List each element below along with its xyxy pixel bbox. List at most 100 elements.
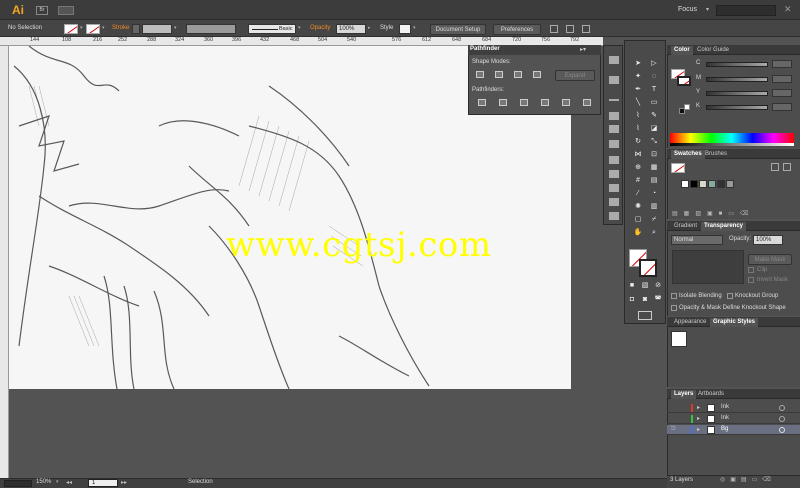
line-tool-icon[interactable]: ╲ [633, 98, 643, 107]
chevron-down-icon[interactable]: ▾ [298, 25, 301, 31]
opacity-label[interactable]: Opacity [310, 25, 330, 31]
tab-color-guide[interactable]: Color Guide [694, 46, 732, 55]
transform-icon[interactable] [582, 25, 590, 33]
swatches-footer-icons[interactable]: ▤▦▨▣■▭⌫ [672, 210, 754, 217]
graph-tool-icon[interactable]: ▥ [649, 202, 659, 211]
expand-triangle-icon[interactable]: ▸ [697, 415, 700, 422]
zoom-field[interactable]: 150% [36, 479, 51, 485]
symbols-icon[interactable] [609, 184, 619, 192]
layer-row[interactable]: ▸ Ink [667, 414, 800, 424]
tab-gradient[interactable]: Gradient [671, 222, 700, 231]
stroke-weight-stepper[interactable] [132, 24, 140, 34]
none-mode-icon[interactable]: ⊘ [653, 281, 663, 290]
selection-tool-icon[interactable]: ➤ [633, 59, 643, 68]
chevron-down-icon[interactable]: ▾ [174, 25, 177, 31]
tab-transparency[interactable]: Transparency [701, 222, 747, 231]
knockout-group-checkbox[interactable] [727, 293, 733, 299]
shape-builder-tool-icon[interactable]: ⊕ [633, 163, 643, 172]
stroke-icon[interactable] [609, 99, 619, 101]
close-icon[interactable]: ✕ [784, 4, 792, 15]
color-mode-icon[interactable]: ■ [627, 281, 637, 290]
trim-icon[interactable] [499, 99, 507, 106]
type-tool-icon[interactable]: T [649, 85, 659, 94]
tab-appearance[interactable]: Appearance [671, 318, 709, 327]
width-tool-icon[interactable]: ⋈ [633, 150, 643, 159]
target-icon[interactable] [779, 416, 785, 422]
layer-row[interactable]: ⎋ ▸ Bg [667, 425, 800, 435]
swatch-black[interactable] [690, 180, 698, 188]
stroke-label[interactable]: Stroke [112, 25, 129, 31]
opacity-mask-checkbox[interactable] [671, 305, 677, 311]
tab-artboards[interactable]: Artboards [695, 390, 727, 399]
magenta-slider[interactable] [706, 77, 768, 82]
swatch-dark[interactable] [717, 180, 725, 188]
eraser-tool-icon[interactable]: ◪ [649, 124, 659, 133]
scale-tool-icon[interactable]: ⤡ [649, 137, 659, 146]
divide-icon[interactable] [478, 99, 486, 106]
lock-icon[interactable]: ⎋ [671, 426, 676, 433]
white-swatch[interactable] [684, 104, 690, 110]
links-icon[interactable] [609, 212, 619, 220]
mesh-tool-icon[interactable]: # [633, 176, 643, 185]
blob-brush-tool-icon[interactable]: ⌇ [633, 124, 643, 133]
opentype-icon[interactable] [609, 170, 619, 178]
bridge-button[interactable]: Br [36, 6, 48, 15]
panel-menu-icon[interactable]: ▸▾ [580, 46, 586, 53]
transform-icon[interactable] [609, 125, 619, 133]
magic-wand-tool-icon[interactable]: ✦ [633, 72, 643, 81]
chevron-down-icon[interactable]: ▸ [368, 25, 371, 31]
clip-checkbox[interactable] [748, 267, 754, 273]
preferences-button[interactable]: Preferences [493, 24, 541, 35]
thumbnail-view-icon[interactable] [783, 163, 791, 171]
chevron-down-icon[interactable]: ▾ [706, 6, 709, 13]
swatch-tan[interactable] [699, 180, 707, 188]
yellow-field[interactable] [772, 89, 792, 97]
rectangle-tool-icon[interactable]: ▭ [649, 98, 659, 107]
character-icon[interactable] [609, 140, 619, 148]
swatches-fill-swatch[interactable] [671, 163, 685, 173]
isolate-icon[interactable] [550, 25, 558, 33]
paintbrush-tool-icon[interactable]: ⌇ [633, 111, 643, 120]
zoom-tool-icon[interactable]: ⌕ [649, 228, 659, 237]
yellow-slider[interactable] [706, 91, 768, 96]
swatch-teal[interactable] [708, 180, 716, 188]
crop-icon[interactable] [541, 99, 549, 106]
stroke-swatch[interactable] [86, 24, 100, 34]
chevron-down-icon[interactable]: ▾ [102, 25, 105, 31]
artboard-prev-icon[interactable]: ◂◂ [66, 479, 72, 486]
screen-mode-icon[interactable] [638, 311, 652, 320]
hand-tool-icon[interactable]: ✋ [633, 228, 643, 237]
make-mask-button[interactable]: Make Mask [748, 254, 792, 265]
layer-name[interactable]: Bg [721, 426, 728, 432]
color-spectrum[interactable] [670, 133, 794, 143]
symbol-sprayer-tool-icon[interactable]: ✺ [633, 202, 643, 211]
draw-behind-icon[interactable]: ◙ [640, 295, 650, 304]
lasso-tool-icon[interactable]: ◌ [649, 72, 659, 81]
tab-brushes[interactable]: Brushes [702, 150, 730, 159]
tab-layers[interactable]: Layers [671, 390, 697, 399]
target-icon[interactable] [779, 427, 785, 433]
expand-triangle-icon[interactable]: ▸ [697, 426, 700, 433]
variable-width-profile[interactable] [186, 24, 236, 34]
pathfinder-title[interactable]: Pathfinder [470, 46, 500, 52]
pathfinder-icon[interactable] [609, 76, 619, 84]
blend-mode-select[interactable]: Normal [671, 235, 723, 245]
stroke-weight-field[interactable] [142, 24, 172, 34]
exclude-icon[interactable] [533, 71, 541, 78]
intersect-icon[interactable] [514, 71, 522, 78]
layers-footer-icons[interactable]: ◎▣▤▭⌫ [720, 476, 776, 483]
search-input[interactable] [716, 5, 776, 16]
layer-name[interactable]: Ink [721, 415, 729, 421]
actions-icon[interactable] [609, 198, 619, 206]
black-slider[interactable] [706, 105, 768, 110]
color-stroke-swatch[interactable] [677, 76, 691, 86]
align-icon[interactable] [609, 112, 619, 120]
graphic-style-swatch[interactable] [399, 24, 411, 34]
isolate-blending-checkbox[interactable] [671, 293, 677, 299]
cyan-field[interactable] [772, 60, 792, 68]
expand-button[interactable]: Expand [555, 70, 595, 81]
paragraph-icon[interactable] [609, 156, 619, 164]
pen-tool-icon[interactable]: ✒ [633, 85, 643, 94]
perspective-grid-tool-icon[interactable]: ▦ [649, 163, 659, 172]
grayscale-ramp[interactable] [670, 143, 794, 146]
